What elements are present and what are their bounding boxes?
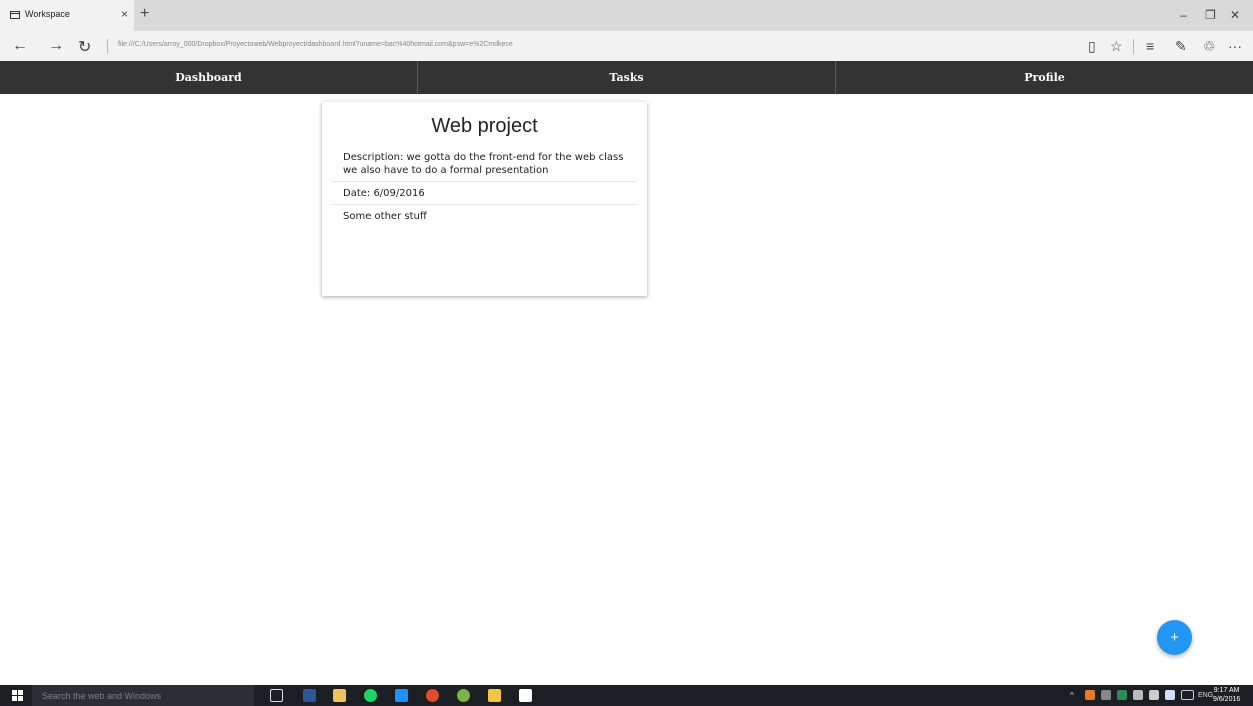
tab-close-icon[interactable]: × [121, 7, 128, 21]
mail-icon[interactable] [519, 689, 532, 702]
keyboard-icon[interactable] [1181, 690, 1194, 700]
volume-icon[interactable] [1133, 690, 1143, 700]
tray-chevron-icon[interactable]: ^ [1070, 691, 1074, 700]
close-window-button[interactable]: ✕ [1230, 8, 1240, 22]
nav-profile[interactable]: Profile [836, 61, 1253, 94]
android-studio-icon[interactable] [457, 689, 470, 702]
nav-tasks[interactable]: Tasks [418, 61, 836, 94]
refresh-icon[interactable]: ↻ [78, 37, 91, 57]
web-note-icon[interactable]: ✎ [1175, 38, 1187, 55]
project-card[interactable]: Web project Description: we gotta do the… [322, 102, 647, 296]
notifications-icon[interactable] [1165, 690, 1175, 700]
card-divider [332, 181, 637, 182]
folder-icon[interactable] [488, 689, 501, 702]
hub-icon[interactable]: ≡ [1146, 38, 1154, 54]
card-date: Date: 6/09/2016 [343, 188, 425, 199]
clock-date: 9/6/2016 [1213, 696, 1241, 703]
reading-view-icon[interactable]: ▯ [1088, 38, 1096, 55]
word-icon[interactable] [303, 689, 316, 702]
new-tab-button[interactable]: + [140, 5, 149, 23]
address-divider [107, 39, 108, 54]
main-navbar: Dashboard Tasks Profile [0, 61, 1253, 94]
url-field[interactable]: file:///C:/Users/arroy_000/Dropbox/Proye… [118, 41, 513, 48]
card-title: Web project [431, 115, 538, 137]
tools-divider [1133, 39, 1134, 54]
tray-app-icon[interactable] [1085, 690, 1095, 700]
windows-start-icon[interactable] [12, 690, 24, 701]
card-other: Some other stuff [343, 211, 427, 222]
task-view-icon[interactable] [270, 689, 283, 702]
page-icon [10, 11, 20, 19]
forward-icon[interactable]: → [48, 37, 64, 55]
windows-taskbar: Search the web and Windows ^ ENG 9:17 AM… [0, 685, 1253, 706]
taskbar-search-box[interactable]: Search the web and Windows [32, 685, 254, 706]
file-explorer-icon[interactable] [333, 689, 346, 702]
minimize-button[interactable]: – [1180, 8, 1187, 22]
more-icon[interactable]: ··· [1228, 38, 1242, 54]
address-bar: ← → ↻ file:///C:/Users/arroy_000/Dropbox… [0, 31, 1253, 61]
nav-dashboard[interactable]: Dashboard [0, 61, 418, 94]
tray-pen-icon[interactable] [1101, 690, 1111, 700]
browser-tab-bar: Workspace × + – ❐ ✕ [0, 0, 1253, 31]
clock-time: 9:17 AM [1213, 687, 1240, 694]
add-button[interactable]: + [1157, 620, 1192, 655]
card-description: Description: we gotta do the front-end f… [343, 152, 624, 176]
share-icon[interactable]: ♲ [1203, 38, 1216, 55]
taskbar-clock[interactable]: 9:17 AM 9/6/2016 [1213, 686, 1240, 704]
card-divider [332, 204, 637, 205]
browser-tab[interactable]: Workspace × [0, 0, 134, 31]
maximize-button[interactable]: ❐ [1205, 8, 1216, 22]
search-placeholder: Search the web and Windows [42, 691, 162, 701]
back-icon[interactable]: ← [12, 37, 28, 55]
edge-icon[interactable] [395, 689, 408, 702]
language-indicator[interactable]: ENG [1198, 692, 1213, 699]
tab-title: Workspace [25, 9, 70, 19]
spotify-icon[interactable] [364, 689, 377, 702]
tray-network-icon[interactable] [1117, 690, 1127, 700]
favorite-star-icon[interactable]: ☆ [1110, 38, 1123, 55]
chrome-icon[interactable] [426, 689, 439, 702]
battery-icon[interactable] [1149, 690, 1159, 700]
